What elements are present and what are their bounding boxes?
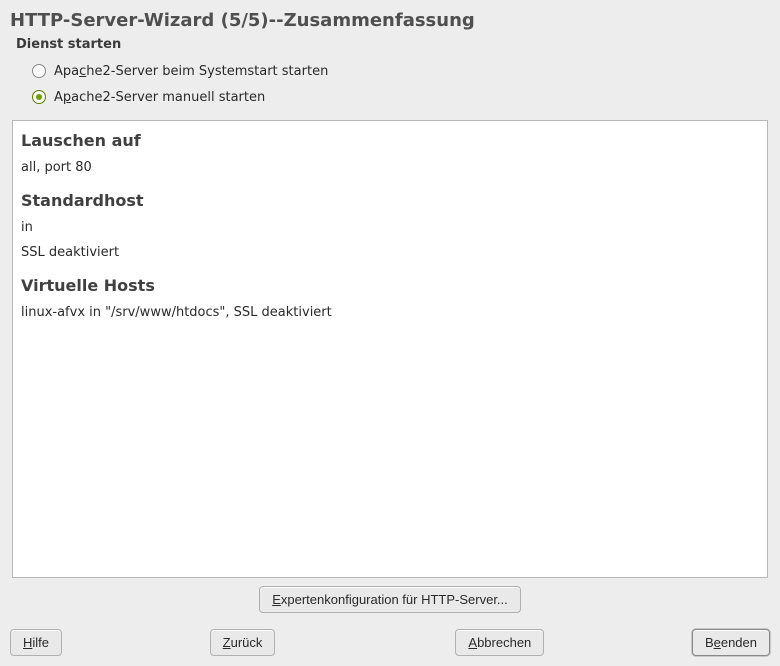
summary-heading-listen: Lauschen auf [21,131,759,150]
summary-heading-defaulthost: Standardhost [21,191,759,210]
summary-listen-value: all, port 80 [21,160,759,175]
radio-label: Apache2-Server beim Systemstart starten [54,64,328,79]
expert-row: Expertenkonfiguration für HTTP-Server... [10,586,770,613]
service-radio-group: Apache2-Server beim Systemstart starten … [32,58,770,110]
cancel-button[interactable]: Abbrechen [455,629,544,656]
radio-label: Apache2-Server manuell starten [54,90,265,105]
summary-vhosts-value: linux-afvx in "/srv/www/htdocs", SSL dea… [21,305,759,320]
footer-bar: Hilfe Zurück Abbrechen Beenden [10,629,770,656]
summary-defaulthost-line1: in [21,220,759,235]
wizard-window: HTTP-Server-Wizard (5/5)--Zusammenfassun… [0,0,780,666]
finish-button[interactable]: Beenden [692,629,770,656]
radio-start-on-boot[interactable]: Apache2-Server beim Systemstart starten [32,58,770,84]
radio-start-manual[interactable]: Apache2-Server manuell starten [32,84,770,110]
radio-icon [32,64,46,78]
expert-config-button[interactable]: Expertenkonfiguration für HTTP-Server... [259,586,521,613]
back-button[interactable]: Zurück [210,629,276,656]
page-title: HTTP-Server-Wizard (5/5)--Zusammenfassun… [10,10,770,31]
summary-box: Lauschen auf all, port 80 Standardhost i… [12,120,768,578]
summary-defaulthost-line2: SSL deaktiviert [21,245,759,260]
radio-icon-selected [32,90,46,104]
summary-heading-vhosts: Virtuelle Hosts [21,276,759,295]
service-section-label: Dienst starten [16,37,770,52]
help-button[interactable]: Hilfe [10,629,62,656]
